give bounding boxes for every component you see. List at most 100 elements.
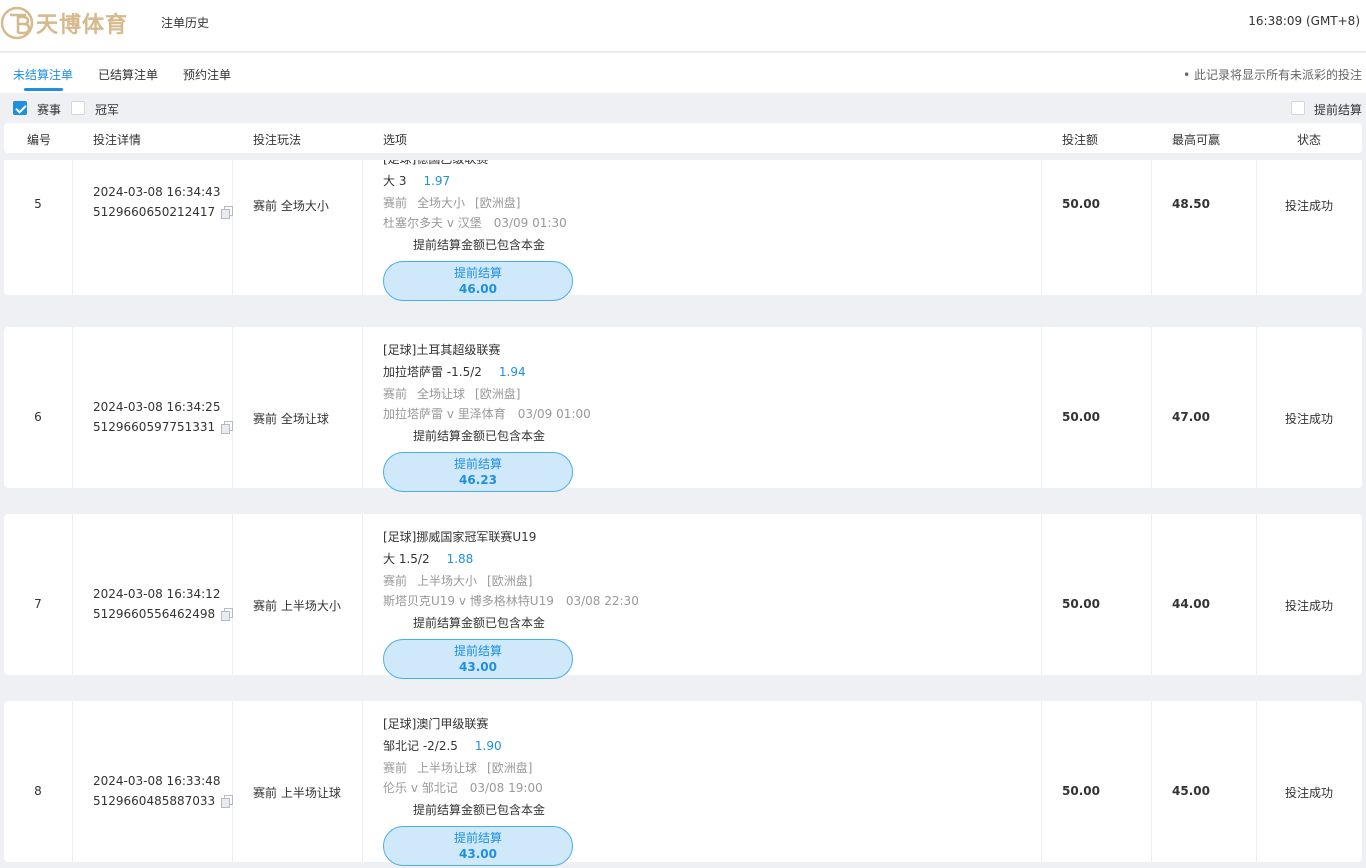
cell-divider [1151,160,1152,295]
bet-option: [足球]挪威国家冠军联赛U19 大 1.5/2 1.88 赛前 上半场大小 [欧洲盘]… [383,526,1003,679]
meta-stage: 赛前 [383,196,408,210]
cashout-note: 提前结算金额已包含本金 [413,238,546,252]
cell-divider [72,701,73,862]
meta-market: 上半场大小 [417,574,478,588]
bet-id: 5129660485887033 [93,794,216,808]
table-row: 7 2024-03-08 16:34:12 5129660556462498 赛… [4,514,1362,679]
league-name: [足球]澳门甲级联赛 [383,717,489,731]
bet-datetime: 2024-03-08 16:33:48 [93,774,221,788]
cell-divider [72,327,73,488]
pick-text: 大 3 [383,174,407,188]
match-time: 03/08 22:30 [565,594,639,608]
cell-divider [1256,514,1257,675]
cashout-amount: 46.00 [459,282,497,296]
table-row: 6 2024-03-08 16:34:25 5129660597751331 赛… [4,327,1362,492]
meta-market: 全场让球 [417,387,466,401]
stake-amount: 50.00 [1062,597,1100,611]
meta-stage: 赛前 [383,761,408,775]
bet-id: 5129660556462498 [93,607,216,621]
cashout-label: 提前结算 [453,266,502,280]
bet-option: [足球]土耳其超级联赛 加拉塔萨雷 -1.5/2 1.94 赛前 全场让球 [欧洲盘]… [383,339,1003,492]
tab-settled[interactable]: 已结算注单 [98,66,158,83]
cashout-note: 提前结算金额已包含本金 [413,616,546,630]
copy-icon[interactable] [221,206,234,219]
bet-meta: 赛前 上半场大小 [欧洲盘] [383,571,1003,591]
meta-stage: 赛前 [383,574,408,588]
early-settle-checkbox-label[interactable]: 提前结算 [1314,101,1362,118]
cashout-button[interactable]: 提前结算 46.23 [383,452,573,492]
event-checkbox-label[interactable]: 赛事 [37,101,61,118]
bet-pick: 大 3 1.97 [383,170,1003,193]
clock: 16:38:09 (GMT+8) [1248,14,1360,28]
logo-icon [0,6,34,40]
match-teams: 伦乐 v 邹北记 [383,781,458,795]
active-tab-indicator [24,88,63,91]
cashout-amount: 46.23 [459,473,497,487]
meta-odds-type: [欧洲盘] [475,196,521,210]
match-info: 杜塞尔多夫 v 汉堡 03/09 01:30 [383,213,1003,233]
bet-pick: 加拉塔萨雷 -1.5/2 1.94 [383,361,1003,384]
tab-unsettled[interactable]: 未结算注单 [13,66,73,83]
copy-icon[interactable] [221,421,234,434]
max-win-amount: 44.00 [1172,597,1210,611]
bet-pick: 大 1.5/2 1.88 [383,548,1003,571]
table-row: 8 2024-03-08 16:33:48 5129660485887033 赛… [4,701,1362,866]
column-header-num: 编号 [27,133,52,147]
logo[interactable]: 天博体育 [0,3,128,43]
max-win-amount: 45.00 [1172,784,1210,798]
meta-stage: 赛前 [383,387,408,401]
copy-icon[interactable] [221,795,234,808]
cashout-button[interactable]: 提前结算 43.00 [383,639,573,679]
max-win-amount: 47.00 [1172,410,1210,424]
bet-number: 7 [34,597,42,611]
cashout-button[interactable]: 提前结算 46.00 [383,261,573,301]
column-header-type: 投注玩法 [253,133,302,147]
cell-divider [1256,160,1257,295]
cell-divider [72,160,73,295]
cashout-label: 提前结算 [453,644,502,658]
event-checkbox[interactable] [13,101,27,115]
odds: 1.97 [423,174,451,188]
column-header-detail: 投注详情 [93,133,142,147]
bet-type: 赛前 全场大小 [253,199,329,213]
bet-type: 赛前 上半场让球 [253,786,341,800]
cell-divider [1151,514,1152,675]
max-win-amount: 48.50 [1172,197,1210,211]
cell-divider [362,327,363,488]
tab-bar: 未结算注单 已结算注单 预约注单 • 此记录将显示所有未派彩的投注 [0,53,1366,93]
bet-id-line: 5129660556462498 [93,604,234,624]
bet-type: 赛前 全场让球 [253,412,329,426]
copy-icon[interactable] [221,608,234,621]
column-header-status: 状态 [1297,133,1322,147]
cashout-button[interactable]: 提前结算 43.00 [383,826,573,866]
meta-market: 上半场让球 [417,761,478,775]
bet-status: 投注成功 [1284,412,1333,426]
league-name: [足球]德国乙级联赛 [383,160,1003,170]
top-bar: 天博体育 注单历史 16:38:09 (GMT+8) [0,0,1366,52]
cashout-note: 提前结算金额已包含本金 [413,803,546,817]
cell-divider [72,514,73,675]
stake-amount: 50.00 [1062,410,1100,424]
champion-checkbox-label[interactable]: 冠军 [95,101,119,118]
bet-detail: 2024-03-08 16:34:25 5129660597751331 [93,397,234,437]
meta-odds-type: [欧洲盘] [487,761,533,775]
bet-id: 5129660597751331 [93,420,216,434]
bet-id-line: 5129660485887033 [93,791,234,811]
table-header: 编号 投注详情 投注玩法 选项 投注额 最高可赢 状态 [4,123,1362,153]
bet-number: 8 [34,784,42,798]
bet-number: 5 [34,197,42,211]
bet-detail: 2024-03-08 16:33:48 5129660485887033 [93,771,234,811]
early-settle-checkbox[interactable] [1291,101,1305,115]
match-teams: 加拉塔萨雷 v 里泽体育 [383,407,506,421]
tab-reserved[interactable]: 预约注单 [183,66,231,83]
bet-meta: 赛前 全场大小 [欧洲盘] [383,193,1003,213]
bet-detail: 2024-03-08 16:34:43 5129660650212417 [93,182,234,222]
bet-status: 投注成功 [1284,786,1333,800]
match-info: 加拉塔萨雷 v 里泽体育 03/09 01:00 [383,404,1003,424]
cell-divider [1041,701,1042,862]
bet-list[interactable]: 5 2024-03-08 16:34:43 5129660650212417 赛… [0,160,1366,868]
league-name: [足球]土耳其超级联赛 [383,343,501,357]
bet-datetime: 2024-03-08 16:34:12 [93,587,221,601]
champion-checkbox[interactable] [71,101,85,115]
bet-detail: 2024-03-08 16:34:12 5129660556462498 [93,584,234,624]
